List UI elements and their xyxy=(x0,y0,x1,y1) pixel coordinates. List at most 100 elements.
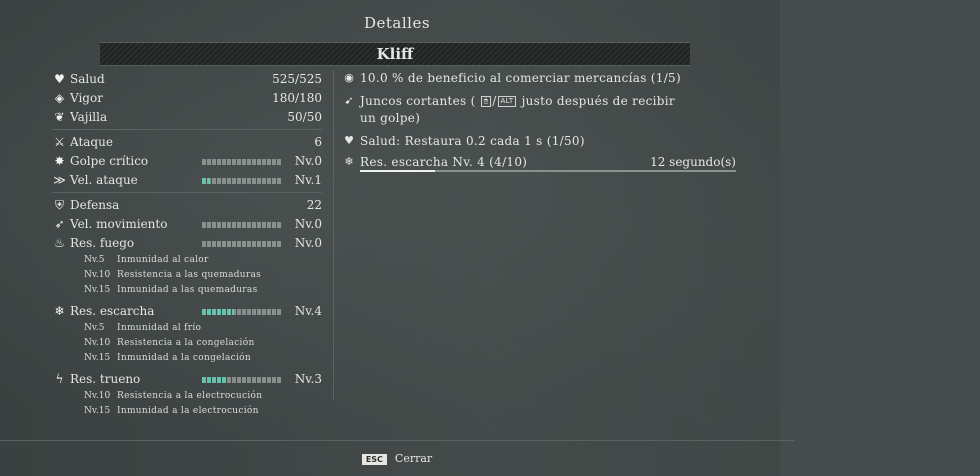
stat-label: Vigor xyxy=(70,91,103,105)
tier-text: Inmunidad a las quemaduras xyxy=(117,285,258,295)
alt-key-icon: ALT xyxy=(497,96,517,107)
tier-text: Resistencia a la congelación xyxy=(117,338,255,348)
level-bar xyxy=(202,159,282,165)
stat-golpe-critico: ✸ Golpe crítico Nv.0 xyxy=(52,152,322,171)
level-bar xyxy=(202,377,282,383)
level-bar xyxy=(202,222,282,228)
stat-vel-ataque: ≫ Vel. ataque Nv.1 xyxy=(52,171,322,190)
tier-level: Nv.15 xyxy=(84,285,111,295)
snowflake-icon: ❄ xyxy=(54,304,65,318)
stat-value: 525/525 xyxy=(272,72,322,86)
tier-text: Inmunidad al calor xyxy=(117,255,209,265)
stat-label: Vel. ataque xyxy=(70,173,138,187)
esc-key-icon[interactable]: ESC xyxy=(361,453,387,465)
close-button[interactable]: Cerrar xyxy=(395,452,432,465)
tier-row: Nv.10 Resistencia a las quemaduras xyxy=(52,268,322,283)
level-bar-fill xyxy=(202,178,210,184)
timer-label: 12 segundo(s) xyxy=(650,155,736,169)
tier-row: Nv.10 Resistencia a la electrocución xyxy=(52,389,322,404)
stat-ataque: ⚔ Ataque 6 xyxy=(52,133,322,152)
stat-level: Nv.3 xyxy=(294,372,322,386)
stat-value: 180/180 xyxy=(272,91,322,105)
tier-level: Nv.15 xyxy=(84,353,111,363)
effect-text: Salud: Restaura 0.2 cada 1 s (1/50) xyxy=(360,134,585,148)
stat-level: Nv.0 xyxy=(294,236,322,250)
boot-icon: ➶ xyxy=(54,217,65,231)
effects-column: ◉ 10.0 % de beneficio al comerciar merca… xyxy=(342,70,742,172)
stat-label: Defensa xyxy=(70,198,120,212)
stat-defensa: ⛨ Defensa 22 xyxy=(52,196,322,215)
level-bar xyxy=(202,241,282,247)
effect-res-escarcha: ❄ Res. escarcha Nv. 4 (4/10) 12 segundo(… xyxy=(342,154,742,172)
stat-level: Nv.0 xyxy=(294,154,322,168)
stats-column: ♥ Salud 525/525 ◈ Vigor 180/180 ❦ Vajill… xyxy=(52,70,322,419)
level-bar xyxy=(202,178,282,184)
lightning-icon: ϟ xyxy=(55,372,64,386)
stat-label: Vajilla xyxy=(70,110,108,124)
heart-plus-icon: ♥ xyxy=(344,134,354,147)
tier-text: Resistencia a la electrocución xyxy=(117,391,263,401)
runner-icon: ➹ xyxy=(344,94,354,107)
column-divider xyxy=(333,70,334,400)
effect-comercio: ◉ 10.0 % de beneficio al comerciar merca… xyxy=(342,70,742,87)
mouse-key-icon: 🖱 xyxy=(480,96,492,107)
stat-value: 6 xyxy=(314,135,322,149)
footer: ESC Cerrar xyxy=(0,452,794,465)
shield-icon: ⛨ xyxy=(54,198,64,212)
effect-text: Juncos cortantes ( 🖱 / ALT justo después d… xyxy=(360,93,742,127)
stat-res-trueno: ϟ Res. trueno Nv.3 xyxy=(52,370,322,389)
stat-salud: ♥ Salud 525/525 xyxy=(52,70,322,89)
tier-level: Nv.5 xyxy=(84,323,105,333)
effect-text-part: Juncos cortantes ( xyxy=(360,94,476,108)
effect-juncos: ➹ Juncos cortantes ( 🖱 / ALT justo después… xyxy=(342,93,742,127)
tier-level: Nv.10 xyxy=(84,391,111,401)
divider xyxy=(52,129,322,130)
stat-value: 50/50 xyxy=(287,110,322,124)
page-title: Detalles xyxy=(363,14,431,32)
stat-label: Vel. movimiento xyxy=(70,217,168,231)
tier-text: Inmunidad al frío xyxy=(117,323,202,333)
effect-salud-regen: ♥ Salud: Restaura 0.2 cada 1 s (1/50) xyxy=(342,133,742,150)
stat-value: 22 xyxy=(306,198,322,212)
stat-vajilla: ❦ Vajilla 50/50 xyxy=(52,108,322,127)
fire-icon: ♨ xyxy=(54,236,65,250)
effect-text-part: justo después de recibir xyxy=(521,94,675,108)
stat-level: Nv.1 xyxy=(294,173,322,187)
stat-label: Res. fuego xyxy=(70,236,135,250)
stat-vel-movimiento: ➶ Vel. movimiento Nv.0 xyxy=(52,215,322,234)
stat-label: Golpe crítico xyxy=(70,154,149,168)
sword-icon: ⚔ xyxy=(54,135,65,149)
leaf-icon: ❦ xyxy=(54,110,65,124)
tier-text: Inmunidad a la congelación xyxy=(117,353,251,363)
stat-res-escarcha: ❄ Res. escarcha Nv.4 xyxy=(52,302,322,321)
effect-text-part: un golpe) xyxy=(360,111,421,125)
tier-row: Nv.10 Resistencia a la congelación xyxy=(52,336,322,351)
stat-label: Salud xyxy=(70,72,105,86)
tier-row: Nv.5 Inmunidad al frío xyxy=(52,321,322,336)
level-bar-fill xyxy=(202,377,226,383)
stat-label: Res. escarcha xyxy=(70,304,155,318)
timer-progress-fill xyxy=(360,170,436,172)
effect-text-part: / xyxy=(492,94,497,108)
stat-res-fuego: ♨ Res. fuego Nv.0 xyxy=(52,234,322,253)
tier-level: Nv.10 xyxy=(84,338,111,348)
stat-vigor: ◈ Vigor 180/180 xyxy=(52,89,322,108)
effect-text: 10.0 % de beneficio al comerciar mercanc… xyxy=(360,71,681,85)
level-bar xyxy=(202,309,282,315)
tier-row: Nv.15 Inmunidad a la electrocución xyxy=(52,404,322,419)
attack-speed-icon: ≫ xyxy=(53,173,66,187)
divider xyxy=(52,192,322,193)
heart-plus-icon: ♥ xyxy=(54,72,65,86)
tier-text: Resistencia a las quemaduras xyxy=(117,270,262,280)
snowflake-icon: ❄ xyxy=(344,155,354,168)
character-name-banner: Kliff xyxy=(100,42,690,66)
tier-level: Nv.5 xyxy=(84,255,105,265)
vigor-icon: ◈ xyxy=(54,91,65,105)
level-bar-fill xyxy=(202,309,234,315)
side-panel-edge xyxy=(780,0,980,476)
stat-level: Nv.0 xyxy=(294,217,322,231)
tier-text: Inmunidad a la electrocución xyxy=(117,406,259,416)
critical-icon: ✸ xyxy=(54,154,65,168)
timer-progress-bar xyxy=(360,170,736,172)
tier-level: Nv.10 xyxy=(84,270,111,280)
